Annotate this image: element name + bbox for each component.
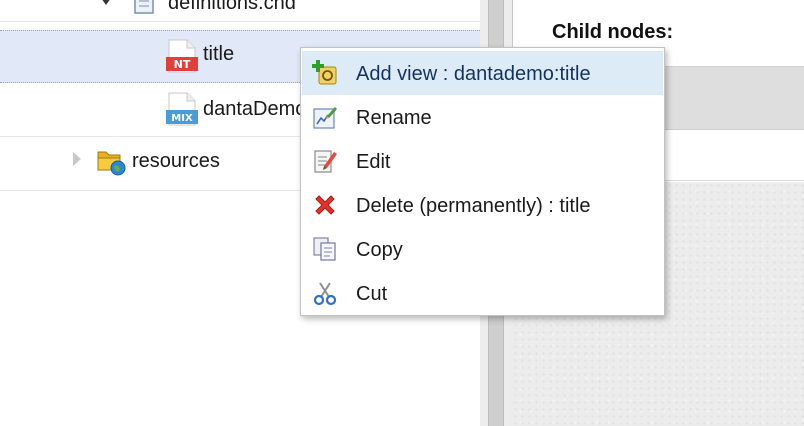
- svg-text:MIX: MIX: [171, 113, 193, 124]
- menu-item-copy[interactable]: Copy: [302, 227, 663, 271]
- menu-item-label: Copy: [356, 239, 403, 261]
- menu-item-label: Delete (permanently) : title: [356, 195, 591, 217]
- rename-icon: [313, 107, 337, 129]
- folder-globe-icon: [97, 151, 126, 176]
- menu-item-cut[interactable]: Cut: [302, 271, 663, 315]
- scissors-icon: [313, 282, 337, 306]
- expand-arrow-icon[interactable]: [73, 152, 81, 166]
- menu-item-edit[interactable]: Edit: [302, 139, 663, 183]
- tree-node-label: title: [203, 43, 235, 65]
- menu-item-label: Edit: [356, 151, 391, 173]
- menu-item-add-view[interactable]: Add view : dantademo:title: [302, 51, 663, 95]
- menu-item-label: Rename: [356, 107, 432, 129]
- menu-item-label: Cut: [356, 283, 388, 305]
- delete-icon: [315, 195, 335, 215]
- context-menu: Add view : dantademo:title Rename Edit D…: [300, 47, 665, 316]
- menu-item-rename[interactable]: Rename: [302, 95, 663, 139]
- file-icon: [134, 0, 154, 14]
- child-nodes-title: Child nodes:: [552, 21, 674, 43]
- add-view-icon: [312, 60, 337, 85]
- expand-arrow-icon[interactable]: [101, 0, 111, 5]
- menu-item-delete[interactable]: Delete (permanently) : title: [302, 183, 663, 227]
- tree-node-definitions[interactable]: definitions.cnd: [0, 0, 480, 22]
- node-type-icon: NT: [166, 39, 198, 73]
- mixin-icon: MIX: [166, 92, 198, 126]
- tree-node-label: definitions.cnd: [168, 0, 296, 14]
- copy-icon: [313, 237, 336, 261]
- edit-icon: [314, 150, 337, 173]
- tree-node-label: dantaDemo: [203, 98, 307, 120]
- svg-text:NT: NT: [174, 58, 191, 71]
- tree-node-label: resources: [132, 150, 220, 172]
- menu-item-label: Add view : dantademo:title: [356, 63, 591, 85]
